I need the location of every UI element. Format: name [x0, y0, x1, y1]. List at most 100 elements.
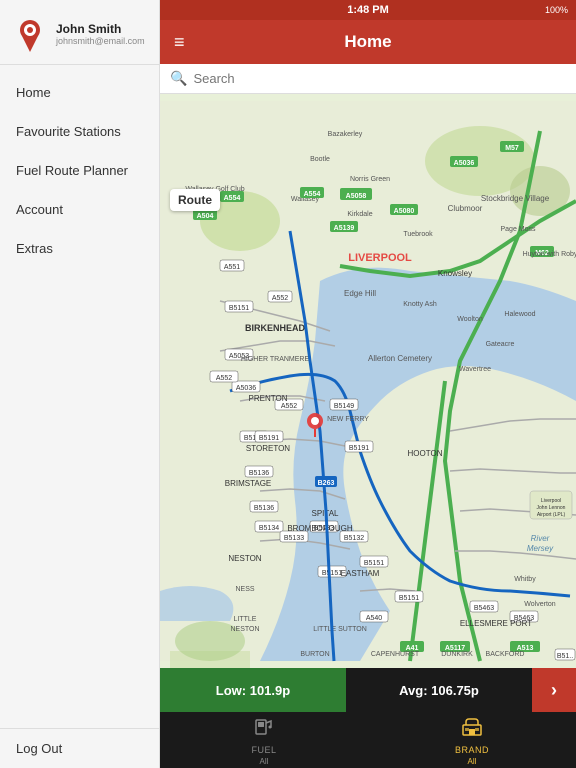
svg-text:A551: A551	[224, 264, 240, 271]
svg-text:LIVERPOOL: LIVERPOOL	[348, 252, 412, 264]
svg-text:B5134: B5134	[259, 525, 279, 532]
svg-text:Airport (LPL): Airport (LPL)	[537, 512, 566, 518]
svg-text:EASTHAM: EASTHAM	[341, 569, 380, 578]
svg-text:A5080: A5080	[394, 208, 415, 215]
sidebar-item-fuel-route-planner[interactable]: Fuel Route Planner	[0, 151, 159, 190]
svg-text:Kirkdale: Kirkdale	[347, 211, 372, 218]
svg-text:B5132: B5132	[344, 535, 364, 542]
svg-text:A5036: A5036	[454, 160, 475, 167]
fuel-icon	[253, 715, 275, 743]
svg-text:Page Moss: Page Moss	[500, 226, 536, 233]
svg-text:B5151: B5151	[322, 570, 342, 577]
svg-text:B5191: B5191	[349, 445, 369, 452]
svg-text:Stockbridge Village: Stockbridge Village	[481, 194, 550, 203]
topbar: ≡ Home	[160, 20, 576, 64]
svg-text:Wolverton: Wolverton	[524, 601, 555, 608]
svg-text:A5036: A5036	[236, 385, 256, 392]
map-container[interactable]: A5058 A5080 A5036 M57 M62 B5151 A5053 A5…	[160, 94, 576, 668]
svg-text:Edge Hill: Edge Hill	[344, 289, 376, 298]
svg-text:HIGHER TRANMERE: HIGHER TRANMERE	[241, 356, 310, 363]
svg-text:CAPENHURST: CAPENHURST	[371, 651, 420, 658]
svg-text:NESTON: NESTON	[228, 554, 261, 563]
svg-text:B51..: B51..	[557, 653, 573, 660]
svg-text:Woolton: Woolton	[457, 316, 483, 323]
status-battery: 100%	[545, 5, 568, 15]
svg-text:BURTON: BURTON	[300, 651, 329, 658]
price-bar: Low: 101.9p Avg: 106.75p ›	[160, 668, 576, 712]
svg-text:Knotty Ash: Knotty Ash	[403, 301, 437, 308]
main-content: 1:48 PM 100% ≡ Home 🔍	[160, 0, 576, 768]
sidebar-item-favourite-stations[interactable]: Favourite Stations	[0, 112, 159, 151]
route-label: Route	[170, 189, 220, 211]
svg-text:John Lennon: John Lennon	[537, 505, 566, 511]
tab-brand-label: BRAND	[455, 745, 489, 755]
svg-text:NESS: NESS	[235, 586, 254, 593]
price-low: Low: 101.9p	[160, 668, 346, 712]
svg-text:B263: B263	[318, 480, 335, 487]
svg-text:A554: A554	[224, 195, 241, 202]
svg-text:BROMBOROUGH: BROMBOROUGH	[287, 524, 353, 533]
svg-text:DUNKIRK: DUNKIRK	[441, 651, 473, 658]
price-high: ›	[532, 668, 576, 712]
svg-text:B5151: B5151	[399, 595, 419, 602]
svg-text:B5191: B5191	[259, 435, 279, 442]
svg-text:Liverpool: Liverpool	[541, 498, 561, 504]
svg-text:A5139: A5139	[334, 225, 355, 232]
svg-text:A540: A540	[366, 615, 382, 622]
sidebar-nav: Home Favourite Stations Fuel Route Plann…	[0, 65, 159, 728]
svg-text:Norris Green: Norris Green	[350, 176, 390, 183]
brand-icon	[461, 715, 483, 743]
tab-fuel-label: FUEL	[251, 745, 276, 755]
svg-text:NEW FERRY: NEW FERRY	[327, 416, 369, 423]
svg-text:Gateacre: Gateacre	[486, 341, 515, 348]
svg-text:Bazakerley: Bazakerley	[328, 131, 363, 138]
svg-text:B5463: B5463	[474, 605, 494, 612]
svg-text:Wavertree: Wavertree	[459, 366, 491, 373]
map-view: A5058 A5080 A5036 M57 M62 B5151 A5053 A5…	[160, 94, 576, 668]
user-email: johnsmith@email.com	[56, 36, 145, 46]
svg-text:Knowsley: Knowsley	[438, 269, 472, 278]
search-bar: 🔍	[160, 64, 576, 94]
sidebar-item-account[interactable]: Account	[0, 190, 159, 229]
search-icon: 🔍	[170, 70, 187, 87]
svg-text:M57: M57	[505, 145, 519, 152]
user-name: John Smith	[56, 22, 145, 36]
svg-text:B5151: B5151	[364, 560, 384, 567]
sidebar-item-extras[interactable]: Extras	[0, 229, 159, 268]
svg-text:Tuebrook: Tuebrook	[403, 231, 433, 238]
svg-text:Huyton with Roby: Huyton with Roby	[523, 251, 576, 258]
svg-text:ELLESMERE PORT: ELLESMERE PORT	[460, 619, 532, 628]
tab-fuel-sublabel: All	[260, 757, 269, 766]
sidebar-user-section: John Smith johnsmith@email.com	[0, 0, 159, 65]
svg-text:HOOTON: HOOTON	[408, 449, 443, 458]
svg-text:BACKFORD: BACKFORD	[486, 651, 525, 658]
search-input[interactable]	[193, 71, 566, 86]
svg-text:Clubmoor: Clubmoor	[448, 204, 483, 213]
svg-text:BRIMSTAGE: BRIMSTAGE	[225, 479, 272, 488]
sidebar-item-home[interactable]: Home	[0, 73, 159, 112]
status-time: 1:48 PM	[347, 4, 389, 16]
svg-text:Bootle: Bootle	[310, 156, 330, 163]
user-avatar-icon	[12, 16, 48, 52]
svg-text:A552: A552	[216, 375, 232, 382]
svg-text:B5133: B5133	[284, 535, 304, 542]
svg-text:River: River	[531, 534, 550, 543]
tab-brand-sublabel: All	[468, 757, 477, 766]
svg-text:LITTLE: LITTLE	[234, 616, 257, 623]
svg-text:LITTLE SUTTON: LITTLE SUTTON	[313, 626, 367, 633]
tab-bar: FUEL All BRAND All	[160, 712, 576, 768]
svg-text:A552: A552	[272, 295, 288, 302]
svg-text:B5136: B5136	[254, 505, 274, 512]
status-bar: 1:48 PM 100%	[160, 0, 576, 20]
tab-brand[interactable]: BRAND All	[368, 715, 576, 766]
svg-text:A554: A554	[304, 191, 321, 198]
logout-button[interactable]: Log Out	[0, 728, 159, 768]
svg-text:B5151: B5151	[229, 305, 249, 312]
menu-button[interactable]: ≡	[174, 32, 185, 53]
user-info: John Smith johnsmith@email.com	[56, 22, 145, 46]
topbar-title: Home	[344, 32, 391, 52]
price-avg: Avg: 106.75p	[346, 668, 532, 712]
tab-fuel[interactable]: FUEL All	[160, 715, 368, 766]
svg-text:Mersey: Mersey	[527, 544, 554, 553]
svg-text:NESTON: NESTON	[230, 626, 259, 633]
